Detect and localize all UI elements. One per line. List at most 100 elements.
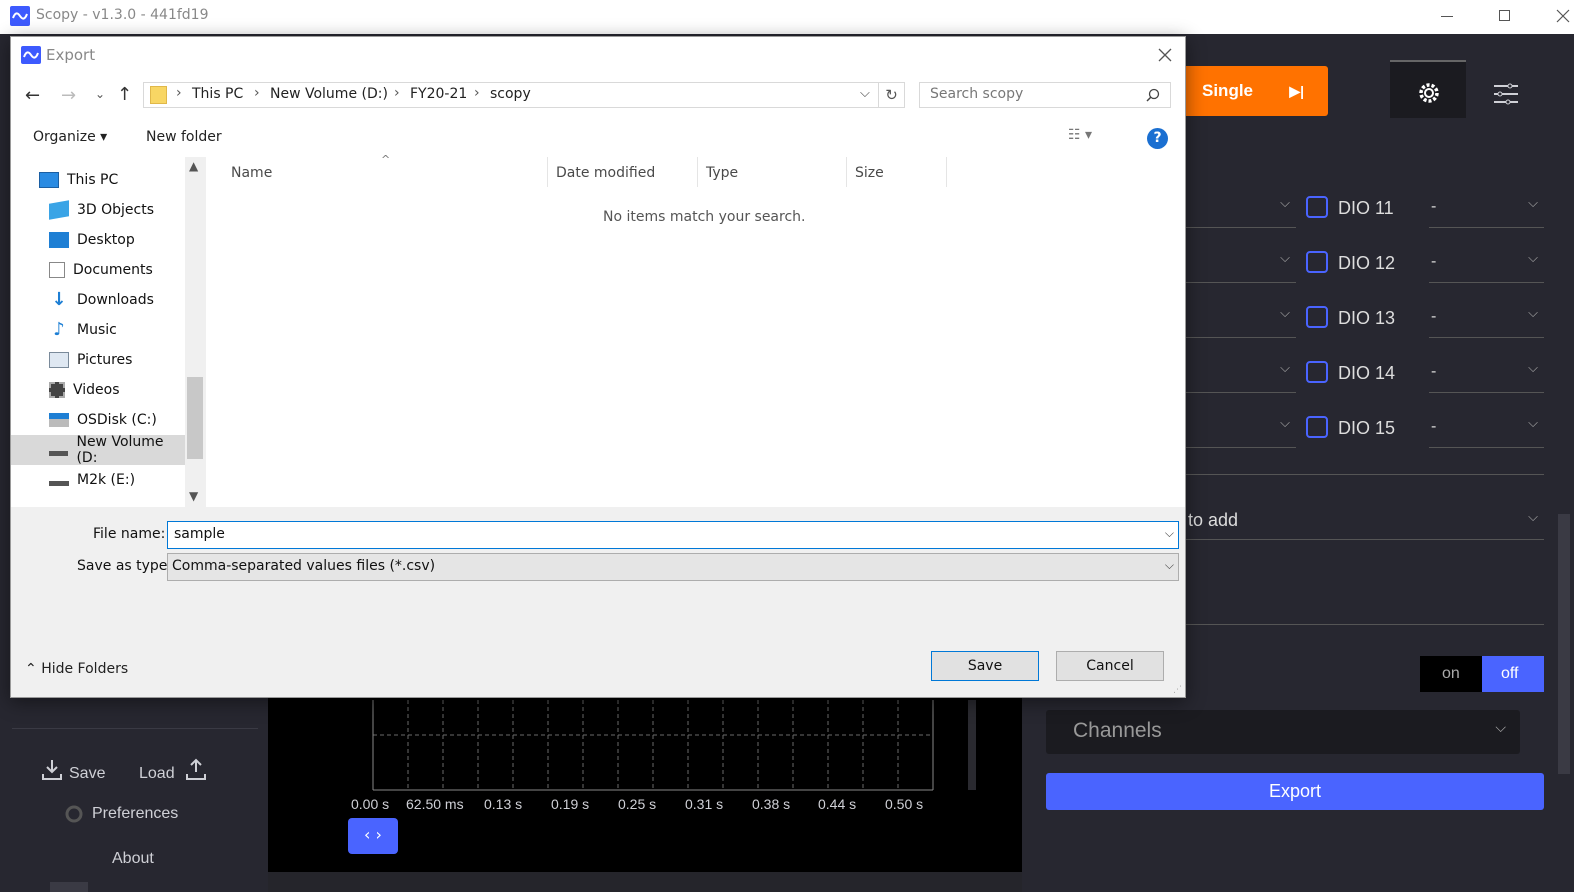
back-arrow-icon[interactable]: ← [25, 85, 40, 106]
export-button[interactable]: Export [1046, 773, 1544, 810]
dio-label: DIO 14 [1338, 363, 1396, 383]
tree-item-new-volume[interactable]: New Volume (D: [11, 434, 186, 466]
preferences-button[interactable]: Preferences [92, 805, 178, 823]
tree-item-m2k[interactable]: M2k (E:) [11, 465, 195, 495]
analog-module-icon [50, 882, 88, 892]
channels-select[interactable]: Channels ⌵ [1046, 710, 1520, 754]
tree-item-videos[interactable]: Videos [11, 375, 195, 405]
tree-item-pictures[interactable]: Pictures [11, 345, 195, 375]
save-type-select[interactable]: Comma-separated values files (*.csv) ⌵ [167, 553, 1179, 581]
dio-mode-select[interactable]: ⌵ [1186, 296, 1296, 338]
right-scrollbar[interactable] [1558, 514, 1570, 774]
maximize-icon[interactable] [1499, 10, 1510, 21]
column-type[interactable]: Type [706, 165, 738, 181]
cancel-button[interactable]: Cancel [1056, 651, 1164, 681]
dio-checkbox[interactable] [1306, 306, 1328, 328]
search-placeholder: Search scopy [930, 86, 1024, 102]
search-input[interactable]: Search scopy [919, 82, 1171, 108]
help-icon[interactable]: ? [1147, 128, 1168, 149]
column-name[interactable]: Name [231, 165, 272, 181]
scrollbar-thumb[interactable] [187, 377, 203, 459]
chevron-right-icon: › [474, 85, 480, 101]
minimize-icon[interactable] [1441, 16, 1453, 17]
tree-scrollbar[interactable]: ▲ ▼ [185, 157, 205, 507]
breadcrumb-fy20-21[interactable]: FY20-21 [410, 86, 467, 102]
scroll-down-icon[interactable]: ▼ [189, 489, 198, 503]
dio-value-select[interactable]: - ⌵ [1429, 296, 1544, 338]
new-folder-button[interactable]: New folder [146, 129, 222, 145]
toggle-on[interactable]: on [1442, 665, 1460, 683]
hide-folders-button[interactable]: ⌃ Hide Folders [25, 661, 128, 677]
search-icon [1146, 88, 1160, 102]
organize-button[interactable]: Organize ▾ [33, 129, 107, 145]
breadcrumb-this-pc[interactable]: This PC [192, 86, 243, 102]
column-size[interactable]: Size [855, 165, 884, 181]
time-tick: 62.50 ms [406, 796, 464, 812]
breadcrumb-scopy[interactable]: scopy [490, 86, 531, 102]
file-name-input[interactable]: sample ⌵ [167, 521, 1179, 549]
sort-ascending-icon: ^ [381, 153, 391, 166]
column-separator [846, 157, 847, 187]
dio-mode-select[interactable]: ⌵ [1186, 241, 1296, 283]
dio-value-select[interactable]: - ⌵ [1429, 351, 1544, 393]
save-session-button[interactable]: Save [69, 765, 105, 783]
dio-mode-select[interactable]: ⌵ [1186, 186, 1296, 228]
file-name-label: File name: [93, 526, 166, 542]
address-bar[interactable]: › This PC › New Volume (D:) › FY20-21 › … [143, 82, 879, 108]
close-icon[interactable] [1556, 9, 1570, 23]
gear-icon [1419, 83, 1439, 103]
chevron-down-icon[interactable]: ⌵ [860, 86, 870, 101]
close-icon[interactable] [1158, 48, 1172, 62]
chevron-down-icon[interactable]: ⌵ [1165, 526, 1174, 541]
column-separator [547, 157, 548, 187]
cube-icon [49, 200, 69, 220]
time-tick: 0.38 s [752, 796, 791, 812]
dio-label: DIO 13 [1338, 308, 1396, 328]
refresh-icon[interactable]: ↻ [879, 82, 905, 108]
dio-checkbox[interactable] [1306, 196, 1328, 218]
time-cursor-handle[interactable]: ‹ › [348, 818, 398, 854]
time-tick: 0.25 s [618, 796, 657, 812]
save-icon[interactable] [40, 758, 64, 782]
chevron-down-icon: ⌵ [1164, 558, 1174, 572]
up-arrow-icon[interactable]: ↑ [117, 84, 132, 105]
sliders-menu-icon[interactable] [1492, 82, 1520, 106]
dio-checkbox[interactable] [1306, 361, 1328, 383]
toggle-off[interactable]: off [1482, 656, 1544, 692]
on-off-toggle[interactable]: on off [1420, 656, 1544, 692]
tree-item-desktop[interactable]: Desktop [11, 225, 195, 255]
single-run-button[interactable]: Single ▶| [1182, 66, 1328, 116]
scroll-up-icon[interactable]: ▲ [189, 159, 198, 173]
dio-value-select[interactable]: - ⌵ [1429, 406, 1544, 448]
tree-item-3d-objects[interactable]: 3D Objects [11, 195, 195, 225]
breadcrumb-new-volume[interactable]: New Volume (D:) [270, 86, 388, 102]
dialog-toolbar: Organize ▾ New folder ☷ ▾ ? [11, 121, 1185, 157]
load-icon[interactable] [184, 758, 208, 782]
dio-mode-select[interactable]: ⌵ [1186, 351, 1296, 393]
view-options-icon[interactable]: ☷ ▾ [1068, 127, 1092, 143]
recent-locations-chevron-icon[interactable]: ⌄ [95, 87, 105, 101]
about-button[interactable]: About [112, 850, 154, 868]
tree-item-osdisk[interactable]: OSDisk (C:) [11, 405, 195, 435]
column-separator [697, 157, 698, 187]
dio-checkbox[interactable] [1306, 251, 1328, 273]
tree-item-this-pc[interactable]: This PC [11, 165, 195, 195]
tree-item-documents[interactable]: Documents [11, 255, 195, 285]
time-tick: 0.44 s [818, 796, 857, 812]
dio-value-select[interactable]: - ⌵ [1429, 186, 1544, 228]
time-tick: 0.50 s [885, 796, 924, 812]
settings-tab[interactable] [1390, 60, 1466, 118]
dio-mode-select[interactable]: ⌵ [1186, 406, 1296, 448]
tree-item-music[interactable]: ♪ Music [11, 315, 195, 345]
export-dialog: Export ← → ⌄ ↑ › This PC › New Volume (D… [10, 36, 1186, 698]
resize-grip-icon[interactable]: ⋰ [1173, 685, 1182, 695]
column-date-modified[interactable]: Date modified [556, 165, 655, 181]
add-select[interactable]: to add ⌵ [1186, 504, 1544, 540]
dio-checkbox[interactable] [1306, 416, 1328, 438]
tree-item-downloads[interactable]: ↓ Downloads [11, 285, 195, 315]
save-button[interactable]: Save [931, 651, 1039, 681]
load-session-button[interactable]: Load [139, 765, 175, 783]
forward-arrow-icon[interactable]: → [61, 85, 76, 106]
dio-value-select[interactable]: - ⌵ [1429, 241, 1544, 283]
time-tick: 0.13 s [484, 796, 523, 812]
